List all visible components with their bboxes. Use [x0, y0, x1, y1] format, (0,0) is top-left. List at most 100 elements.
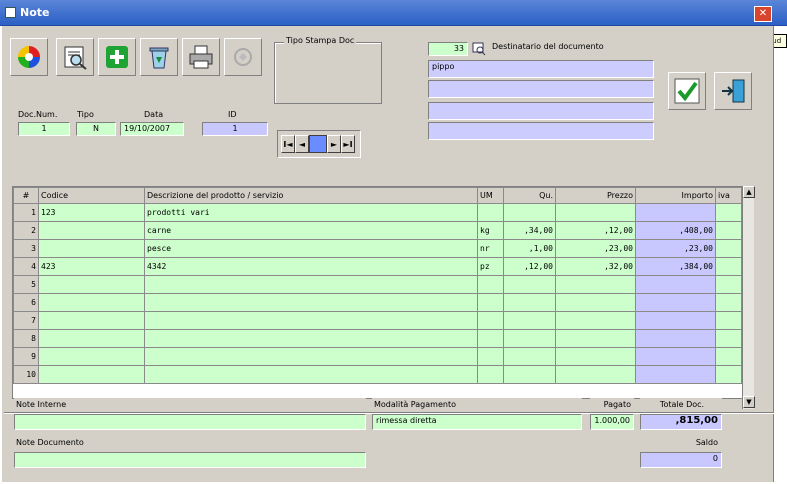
iva-cell[interactable]: [715, 293, 742, 312]
prezzo-cell[interactable]: ,23,00: [555, 239, 636, 258]
recycle-button[interactable]: [140, 38, 178, 76]
scroll-down-arrow-icon[interactable]: ▼: [743, 396, 755, 408]
importo-cell[interactable]: [635, 329, 716, 348]
importo-cell[interactable]: [635, 347, 716, 366]
confirm-button[interactable]: [668, 72, 706, 110]
descrizione-cell[interactable]: [144, 311, 478, 330]
importo-cell[interactable]: ,384,00: [635, 257, 716, 276]
importo-cell[interactable]: [635, 365, 716, 384]
um-cell[interactable]: [477, 203, 504, 222]
codice-cell[interactable]: [38, 365, 145, 384]
print-button[interactable]: [182, 38, 220, 76]
um-cell[interactable]: [477, 311, 504, 330]
id-field[interactable]: 1: [202, 122, 268, 136]
um-cell[interactable]: pz: [477, 257, 504, 276]
iva-cell[interactable]: [715, 203, 742, 222]
codice-cell[interactable]: [38, 347, 145, 366]
qu-cell[interactable]: [503, 311, 556, 330]
qu-cell[interactable]: ,34,00: [503, 221, 556, 240]
add-button[interactable]: [98, 38, 136, 76]
note-interne-field[interactable]: [14, 414, 366, 430]
col-header-descrizione[interactable]: Descrizione del prodotto / servizio: [144, 187, 478, 204]
descrizione-cell[interactable]: [144, 293, 478, 312]
pagamento-field[interactable]: rimessa diretta: [372, 414, 582, 430]
iva-cell[interactable]: [715, 221, 742, 240]
grid-vertical-scrollbar[interactable]: ▲ ▼: [742, 186, 755, 409]
codice-cell[interactable]: [38, 311, 145, 330]
preview-button[interactable]: [56, 38, 94, 76]
qu-cell[interactable]: ,1,00: [503, 239, 556, 258]
doc-num-field[interactable]: 1: [18, 122, 70, 136]
recipient-code[interactable]: 33: [428, 42, 468, 56]
importo-cell[interactable]: [635, 275, 716, 294]
qu-cell[interactable]: [503, 347, 556, 366]
iva-cell[interactable]: [715, 347, 742, 366]
col-header-iva[interactable]: iva: [715, 187, 742, 204]
last-record-button[interactable]: ►I: [341, 135, 355, 153]
qu-cell[interactable]: [503, 329, 556, 348]
iva-cell[interactable]: [715, 239, 742, 258]
prezzo-cell[interactable]: [555, 275, 636, 294]
prezzo-cell[interactable]: [555, 329, 636, 348]
prezzo-cell[interactable]: [555, 203, 636, 222]
codice-cell[interactable]: [38, 293, 145, 312]
um-cell[interactable]: [477, 347, 504, 366]
codice-cell[interactable]: 123: [38, 203, 145, 222]
col-header-codice[interactable]: Codice: [38, 187, 145, 204]
col-header-um[interactable]: UM: [477, 187, 504, 204]
um-cell[interactable]: kg: [477, 221, 504, 240]
pagato-field[interactable]: 1.000,00: [590, 414, 634, 430]
recipient-line-3[interactable]: [428, 102, 654, 120]
prezzo-cell[interactable]: ,32,00: [555, 257, 636, 276]
data-field[interactable]: 19/10/2007: [120, 122, 184, 136]
um-cell[interactable]: [477, 275, 504, 294]
close-button[interactable]: ✕: [754, 6, 772, 22]
importo-cell[interactable]: [635, 203, 716, 222]
um-cell[interactable]: nr: [477, 239, 504, 258]
descrizione-cell[interactable]: pesce: [144, 239, 478, 258]
iva-cell[interactable]: [715, 275, 742, 294]
codice-cell[interactable]: 423: [38, 257, 145, 276]
importo-cell[interactable]: ,23,00: [635, 239, 716, 258]
prezzo-cell[interactable]: [555, 311, 636, 330]
col-header-num[interactable]: #: [13, 187, 39, 204]
descrizione-cell[interactable]: prodotti vari: [144, 203, 478, 222]
recipient-line-4[interactable]: [428, 122, 654, 140]
descrizione-cell[interactable]: [144, 275, 478, 294]
descrizione-cell[interactable]: 4342: [144, 257, 478, 276]
descrizione-cell[interactable]: [144, 347, 478, 366]
um-cell[interactable]: [477, 329, 504, 348]
qu-cell[interactable]: ,12,00: [503, 257, 556, 276]
um-cell[interactable]: [477, 365, 504, 384]
recipient-lookup-icon[interactable]: [472, 42, 486, 56]
note-documento-field[interactable]: [14, 452, 366, 468]
prezzo-cell[interactable]: [555, 347, 636, 366]
col-header-qu[interactable]: Qu.: [503, 187, 556, 204]
disabled-button[interactable]: [224, 38, 262, 76]
prezzo-cell[interactable]: ,12,00: [555, 221, 636, 240]
codice-cell[interactable]: [38, 221, 145, 240]
descrizione-cell[interactable]: [144, 329, 478, 348]
prev-record-button[interactable]: ◄: [295, 135, 309, 153]
codice-cell[interactable]: [38, 239, 145, 258]
recipient-line-2[interactable]: [428, 80, 654, 98]
qu-cell[interactable]: [503, 293, 556, 312]
importo-cell[interactable]: [635, 293, 716, 312]
qu-cell[interactable]: [503, 203, 556, 222]
iva-cell[interactable]: [715, 311, 742, 330]
codice-cell[interactable]: [38, 329, 145, 348]
next-record-button[interactable]: ►: [327, 135, 341, 153]
col-header-prezzo[interactable]: Prezzo: [555, 187, 636, 204]
descrizione-cell[interactable]: [144, 365, 478, 384]
tipo-field[interactable]: N: [76, 122, 116, 136]
importo-cell[interactable]: ,408,00: [635, 221, 716, 240]
um-cell[interactable]: [477, 293, 504, 312]
iva-cell[interactable]: [715, 365, 742, 384]
exit-button[interactable]: [714, 72, 752, 110]
importo-cell[interactable]: [635, 311, 716, 330]
prezzo-cell[interactable]: [555, 365, 636, 384]
descrizione-cell[interactable]: carne: [144, 221, 478, 240]
scroll-up-arrow-icon[interactable]: ▲: [743, 186, 755, 198]
palette-button[interactable]: [10, 38, 48, 76]
qu-cell[interactable]: [503, 275, 556, 294]
